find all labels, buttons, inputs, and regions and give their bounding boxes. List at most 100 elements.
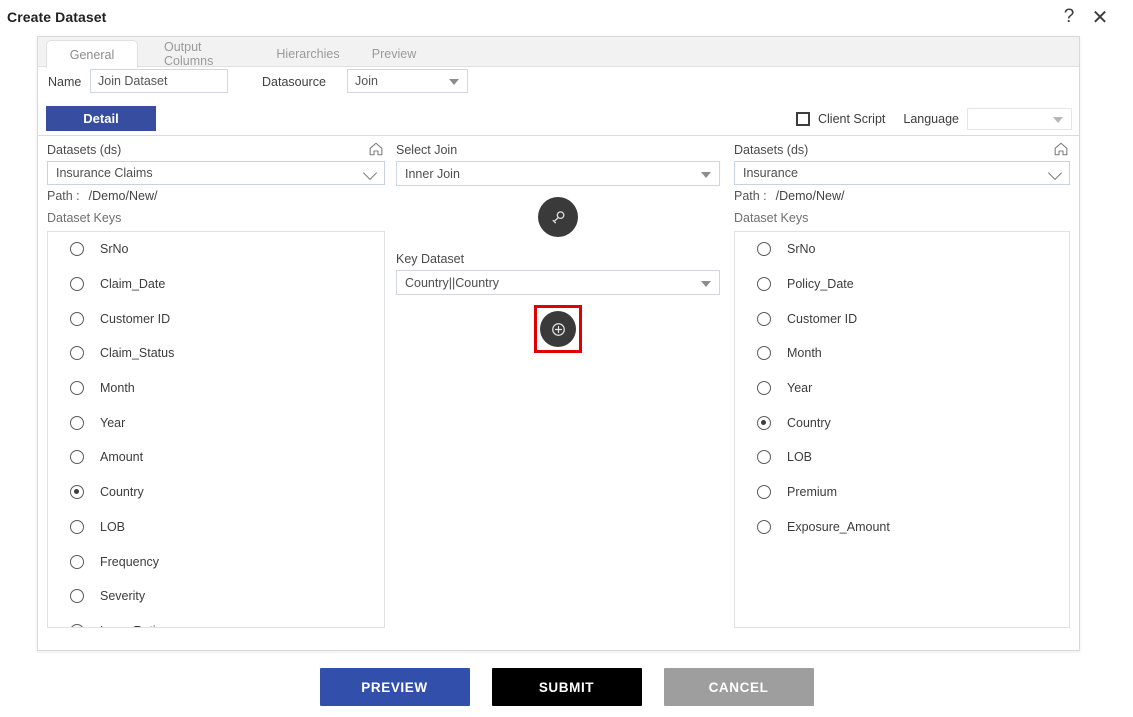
- dataset-key-label: Month: [787, 346, 822, 361]
- left-dataset-select[interactable]: Insurance Claims: [47, 161, 385, 185]
- chevron-down-icon: [362, 165, 378, 181]
- datasource-value: Join: [355, 74, 378, 88]
- radio-icon[interactable]: [70, 346, 84, 361]
- home-icon[interactable]: [1052, 140, 1070, 158]
- radio-icon[interactable]: [757, 519, 771, 534]
- dataset-key-row[interactable]: Claim_Status: [48, 336, 384, 371]
- preview-button[interactable]: PREVIEW: [319, 668, 470, 706]
- dataset-key-label: Policy_Date: [787, 277, 854, 292]
- radio-icon[interactable]: [757, 381, 771, 396]
- dataset-key-label: LOB: [787, 450, 813, 465]
- dataset-key-label: Year: [100, 415, 126, 430]
- dataset-key-row[interactable]: Severity: [48, 579, 384, 614]
- left-path: Path : /Demo/New/: [47, 189, 157, 203]
- select-join-label: Select Join: [396, 143, 458, 157]
- dataset-key-row[interactable]: Month: [735, 336, 1069, 371]
- tab-preview[interactable]: Preview: [358, 40, 430, 67]
- left-datasets-label: Datasets (ds): [47, 143, 122, 157]
- dataset-key-label: Customer ID: [787, 311, 858, 326]
- dataset-key-row[interactable]: Policy_Date: [735, 267, 1069, 302]
- dataset-key-row[interactable]: Premium: [735, 475, 1069, 510]
- dataset-key-label: Customer ID: [100, 311, 171, 326]
- dataset-key-label: SrNo: [100, 242, 129, 257]
- dataset-key-row[interactable]: LOB: [48, 510, 384, 545]
- datasource-select[interactable]: Join: [347, 69, 468, 93]
- cancel-button[interactable]: CANCEL: [663, 668, 814, 706]
- chevron-down-icon: [449, 79, 459, 85]
- dataset-key-row[interactable]: SrNo: [48, 232, 384, 267]
- right-dataset-keys-list[interactable]: SrNo Policy_Date Customer ID Month Year Count…: [734, 231, 1070, 628]
- dataset-key-label: Country: [787, 415, 831, 430]
- dataset-key-row[interactable]: Loss_Ratio: [48, 614, 384, 627]
- dataset-key-row[interactable]: Country: [735, 405, 1069, 440]
- dataset-key-label: Premium: [787, 485, 838, 500]
- dataset-key-label: Frequency: [100, 554, 160, 569]
- radio-selected-icon[interactable]: [70, 485, 84, 500]
- tab-hierarchies[interactable]: Hierarchies: [264, 40, 352, 67]
- dataset-key-label: Severity: [100, 589, 146, 604]
- close-icon[interactable]: ✕: [1087, 4, 1113, 30]
- dataset-key-row[interactable]: Frequency: [48, 544, 384, 579]
- add-button-highlight: [534, 305, 582, 353]
- dataset-key-row[interactable]: SrNo: [735, 232, 1069, 267]
- key-icon[interactable]: [538, 197, 578, 237]
- dialog-footer: PREVIEW SUBMIT CANCEL: [0, 668, 1133, 717]
- tab-output-columns[interactable]: Output Columns: [150, 40, 260, 68]
- right-dataset-value: Insurance: [743, 166, 798, 180]
- page-title: Create Dataset: [7, 9, 107, 25]
- dataset-key-row[interactable]: Year: [735, 371, 1069, 406]
- dataset-key-row[interactable]: Month: [48, 371, 384, 406]
- add-key-button[interactable]: [540, 311, 576, 347]
- dialog-titlebar: Create Dataset ? ✕: [0, 0, 1133, 36]
- language-select[interactable]: [967, 108, 1072, 130]
- tab-strip: General Output Columns Hierarchies Previ…: [38, 37, 1079, 68]
- client-script-checkbox[interactable]: [795, 112, 810, 126]
- dataset-key-row[interactable]: Exposure_Amount: [735, 510, 1069, 545]
- dataset-key-row[interactable]: LOB: [735, 440, 1069, 475]
- dataset-key-row[interactable]: Claim_Date: [48, 267, 384, 302]
- submit-button[interactable]: SUBMIT: [491, 668, 642, 706]
- home-icon[interactable]: [367, 140, 385, 158]
- radio-icon[interactable]: [70, 415, 84, 430]
- right-datasets-label: Datasets (ds): [734, 143, 809, 157]
- dataset-key-row[interactable]: Customer ID: [48, 301, 384, 336]
- radio-icon[interactable]: [757, 242, 771, 257]
- dataset-key-label: Claim_Status: [100, 346, 175, 361]
- dataset-key-label: LOB: [100, 519, 126, 534]
- dataset-key-row[interactable]: Customer ID: [735, 301, 1069, 336]
- help-icon[interactable]: ?: [1056, 4, 1082, 30]
- radio-icon[interactable]: [757, 277, 771, 292]
- radio-icon[interactable]: [70, 242, 84, 257]
- radio-icon[interactable]: [70, 554, 84, 569]
- dataset-key-row[interactable]: Year: [48, 405, 384, 440]
- dataset-key-row[interactable]: Amount: [48, 440, 384, 475]
- dataset-name-input[interactable]: [90, 69, 228, 93]
- radio-icon[interactable]: [70, 519, 84, 534]
- select-join-value: Inner Join: [405, 166, 460, 181]
- radio-icon[interactable]: [757, 311, 771, 326]
- radio-icon[interactable]: [70, 623, 84, 627]
- left-dataset-value: Insurance Claims: [56, 166, 153, 180]
- radio-icon[interactable]: [757, 450, 771, 465]
- left-path-value: /Demo/New/: [88, 189, 158, 203]
- radio-icon[interactable]: [70, 450, 84, 465]
- radio-selected-icon[interactable]: [757, 415, 771, 430]
- right-path-value: /Demo/New/: [775, 189, 845, 203]
- radio-icon[interactable]: [70, 277, 84, 292]
- radio-icon[interactable]: [70, 381, 84, 396]
- tab-detail[interactable]: Detail: [46, 106, 156, 131]
- radio-icon[interactable]: [757, 346, 771, 361]
- tab-general[interactable]: General: [46, 40, 138, 68]
- detail-subtab-row: Detail Client Script Language: [38, 106, 1079, 136]
- key-dataset-dropdown[interactable]: Country||Country: [396, 270, 720, 295]
- left-dataset-keys-list[interactable]: SrNo Claim_Date Customer ID Claim_Status Mon…: [47, 231, 385, 628]
- radio-icon[interactable]: [70, 311, 84, 326]
- left-keys-label: Dataset Keys: [47, 211, 122, 225]
- datasource-label: Datasource: [262, 75, 326, 89]
- radio-icon[interactable]: [70, 589, 84, 604]
- right-dataset-select[interactable]: Insurance: [734, 161, 1070, 185]
- dataset-key-row[interactable]: Country: [48, 475, 384, 510]
- dataset-key-label: Year: [787, 381, 813, 396]
- radio-icon[interactable]: [757, 485, 771, 500]
- select-join-dropdown[interactable]: Inner Join: [396, 161, 720, 186]
